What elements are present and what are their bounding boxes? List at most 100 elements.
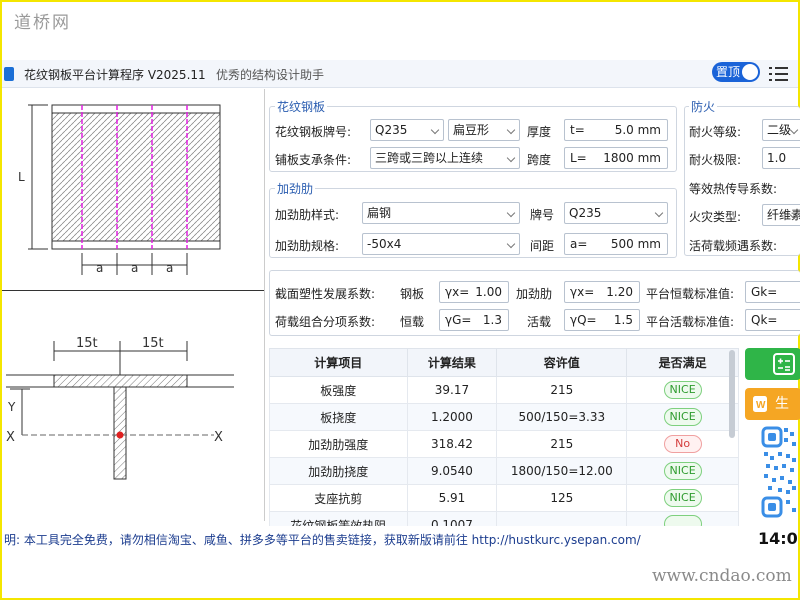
span-label: 跨度 (527, 153, 552, 167)
rib-style-value: 扁钢 (367, 206, 392, 220)
watermark-bottom: www.cndao.com (652, 566, 792, 586)
cell-result: 5.91 (406, 484, 498, 512)
table-row[interactable]: 支座抗剪 5.91 125 NICE (269, 484, 739, 512)
table-row[interactable]: 花纹钢板等效热阻 0.1007 (269, 511, 739, 526)
plate-grade-select[interactable]: Q235 (370, 119, 444, 141)
toggle-knob-icon (742, 64, 758, 80)
table-row[interactable]: 板挠度 1.2000 500/150=3.33 NICE (269, 403, 739, 431)
results-table: 计算项目 计算结果 容许值 是否满足 板强度 39.17 215 NICE 板挠… (269, 348, 739, 526)
table-scrollbar[interactable] (729, 350, 735, 438)
header-status: 是否满足 (626, 348, 739, 377)
plate-grade-label: 花纹钢板牌号: (275, 125, 352, 139)
pin-toggle-label: 置顶 (716, 65, 741, 79)
combo-coef-label: 荷载组合分项系数: (275, 315, 376, 329)
cell-status: NICE (626, 484, 739, 512)
rib-grade-value: Q235 (569, 206, 602, 220)
thickness-prefix: t= (570, 123, 585, 137)
thickness-value: 5.0 mm (614, 123, 661, 137)
fire-type-select[interactable]: 纤维素 (762, 204, 800, 226)
rib-gamma-x-prefix: γx= (570, 285, 595, 299)
status-badge (663, 514, 702, 526)
live-factor-label: 活载 (527, 315, 552, 329)
span-input[interactable]: L= 1800 mm (564, 147, 668, 169)
rib-gamma-x-input[interactable]: γx= 1.20 (564, 281, 640, 303)
rib-spacing-prefix: a= (570, 237, 588, 251)
fire-level-value: 二级 (767, 123, 792, 137)
gamma-q-prefix: γQ= (570, 313, 597, 327)
status-badge: NICE (663, 489, 702, 507)
rib-style-label: 加劲肋样式: (275, 208, 340, 222)
cell-status: NICE (626, 457, 739, 485)
fire-level-select[interactable]: 二级 (762, 119, 800, 141)
title-bar: 花纹钢板平台计算程序 V2025.11 优秀的结构设计助手 置顶 (2, 60, 798, 88)
cell-item: 板强度 (269, 376, 408, 404)
plate-gamma-x-prefix: γx= (445, 285, 470, 299)
dead-factor-label: 恒载 (400, 315, 425, 329)
live-load-input[interactable]: Qk= (745, 309, 800, 331)
support-select[interactable]: 三跨或三跨以上连续 (370, 147, 520, 169)
plate-length-label: L (18, 170, 25, 184)
rib-grade-select[interactable]: Q235 (564, 202, 668, 224)
rib-spec-value: -50x4 (367, 237, 402, 251)
header-result: 计算结果 (406, 348, 498, 377)
status-badge: NICE (663, 462, 702, 480)
menu-icon[interactable] (769, 64, 789, 82)
plate-plan-view: L a a a (18, 104, 221, 275)
cell-allow: 215 (496, 376, 628, 404)
pin-toggle[interactable]: 置顶 (712, 62, 760, 82)
conductivity-label: 等效热传导系数: (689, 182, 778, 196)
status-bar: 明: 本工具完全免费，请勿相信淘宝、咸鱼、拼多多等平台的售卖链接，获取新版请前往… (2, 528, 798, 550)
spacing-label-2: a (131, 261, 138, 275)
plate-pattern-select[interactable]: 扁豆形 (448, 119, 520, 141)
header-allow: 容许值 (496, 348, 628, 377)
cell-item: 板挠度 (269, 403, 408, 431)
fire-type-value: 纤维素 (767, 208, 800, 222)
dead-load-input[interactable]: Gk= (745, 281, 800, 303)
rib-style-select[interactable]: 扁钢 (362, 202, 520, 224)
thickness-input[interactable]: t= 5.0 mm (564, 119, 668, 141)
results-table-wrap: 计算项目 计算结果 容许值 是否满足 板强度 39.17 215 NICE 板挠… (269, 348, 739, 526)
axis-x-label-right: X (214, 430, 223, 445)
fire-limit-input[interactable]: 1.0 (762, 147, 800, 169)
cell-result: 0.1007 (406, 511, 498, 526)
svg-text:W: W (756, 400, 766, 411)
cell-allow: 215 (496, 430, 628, 458)
gamma-q-input[interactable]: γQ= 1.5 (564, 309, 640, 331)
cell-result: 1.2000 (406, 403, 498, 431)
dead-load-label: 平台恒载标准值: (646, 287, 735, 301)
rib-spacing-label: 间距 (530, 239, 555, 253)
cell-allow: 1800/150=12.00 (496, 457, 628, 485)
gamma-g-prefix: γG= (445, 313, 472, 327)
status-badge: No (663, 435, 702, 453)
table-row[interactable]: 加劲肋挠度 9.0540 1800/150=12.00 NICE (269, 457, 739, 485)
cell-status: NICE (626, 376, 739, 404)
plate-gamma-x-input[interactable]: γx= 1.00 (439, 281, 509, 303)
flange-label-right: 15t (142, 336, 164, 351)
cell-status: NICE (626, 403, 739, 431)
freq-label: 活荷载频遇系数: (689, 239, 778, 253)
spacing-label-3: a (166, 261, 173, 275)
cell-item: 花纹钢板等效热阻 (269, 511, 408, 526)
rib-spacing-value: 500 mm (610, 237, 661, 251)
live-load-label: 平台活载标准值: (646, 315, 735, 329)
generate-button[interactable]: W 生成 (745, 388, 800, 444)
table-row[interactable]: 板强度 39.17 215 NICE (269, 376, 739, 404)
header-item: 计算项目 (269, 348, 408, 377)
cell-item: 加劲肋强度 (269, 430, 408, 458)
axis-y-label: Y (7, 400, 16, 414)
gamma-g-value: 1.3 (482, 313, 502, 327)
fire-level-label: 耐火等级: (689, 125, 742, 139)
dead-load-prefix: Gk= (751, 285, 778, 299)
table-row[interactable]: 加劲肋强度 318.42 215 No (269, 430, 739, 458)
rib-gamma-x-value: 1.20 (606, 285, 633, 299)
fire-limit-value: 1.0 (767, 151, 787, 165)
rib-spacing-input[interactable]: a= 500 mm (564, 233, 668, 255)
qr-code-icon (760, 424, 798, 520)
axis-x-label-left: X (6, 430, 15, 445)
gamma-g-input[interactable]: γG= 1.3 (439, 309, 509, 331)
cell-result: 9.0540 (406, 457, 498, 485)
calculate-button[interactable] (745, 348, 800, 380)
rib-spec-select[interactable]: -50x4 (362, 233, 520, 255)
plate-pattern-value: 扁豆形 (453, 123, 490, 137)
rib-group-title: 加劲肋 (275, 180, 316, 197)
